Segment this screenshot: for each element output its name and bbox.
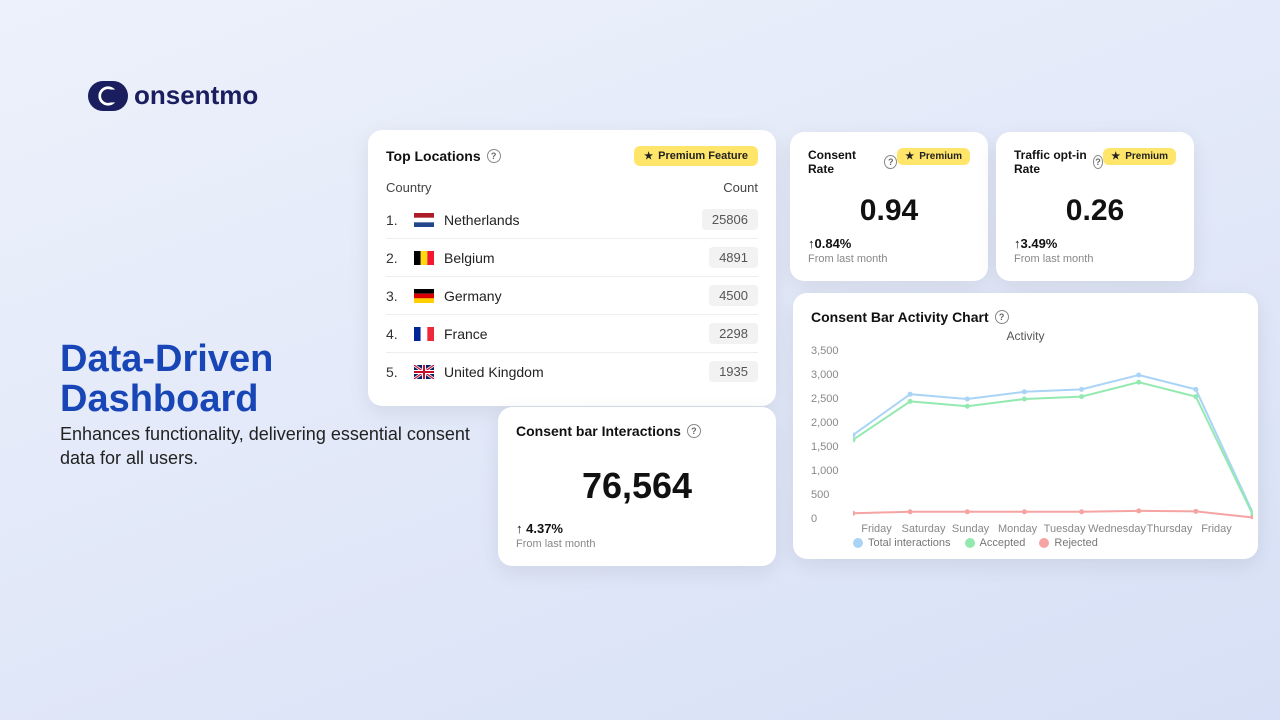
location-count: 4891: [709, 247, 758, 268]
location-row: 5. United Kingdom 1935: [386, 353, 758, 390]
traffic-rate-value: 0.26: [1014, 194, 1176, 228]
location-row: 1. Netherlands 25806: [386, 201, 758, 239]
star-icon: ★: [1111, 151, 1120, 162]
location-row: 3. Germany 4500: [386, 277, 758, 315]
location-name: Belgium: [444, 250, 699, 266]
chart-legend: Total interactions Accepted Rejected: [853, 537, 1240, 549]
star-icon: ★: [644, 151, 653, 162]
consent-rate-title: Consent Rate ?: [808, 148, 897, 176]
location-name: Netherlands: [444, 212, 692, 228]
location-rank: 3.: [386, 288, 404, 304]
x-tick: Tuesday: [1041, 523, 1088, 535]
y-tick: 2,500: [811, 393, 839, 405]
y-tick: 2,000: [811, 417, 839, 429]
hero-subtitle: Enhances functionality, delivering essen…: [60, 422, 480, 471]
consent-rate-change: ↑0.84%: [808, 236, 970, 251]
flag-icon: [414, 251, 434, 265]
hero-title: Data-DrivenDashboard: [60, 340, 273, 420]
flag-icon: [414, 327, 434, 341]
column-header-count: Count: [723, 180, 758, 195]
column-header-country: Country: [386, 180, 432, 195]
x-tick: Monday: [994, 523, 1041, 535]
legend-accepted: Accepted: [965, 537, 1026, 549]
top-locations-card: Top Locations ? ★ Premium Feature Countr…: [368, 130, 776, 406]
star-icon: ★: [905, 151, 914, 162]
y-tick: 1,500: [811, 441, 839, 453]
x-tick: Saturday: [900, 523, 947, 535]
y-tick: 3,500: [811, 345, 839, 357]
consent-rate-from: From last month: [808, 253, 970, 265]
logo-mark: [88, 81, 128, 111]
activity-chart-subtitle: Activity: [811, 329, 1240, 343]
y-tick: 500: [811, 489, 829, 501]
location-rank: 5.: [386, 364, 404, 380]
location-name: Germany: [444, 288, 699, 304]
location-rank: 1.: [386, 212, 404, 228]
interactions-value: 76,564: [516, 465, 758, 507]
premium-badge[interactable]: ★ Premium: [1103, 148, 1176, 165]
consent-rate-card: Consent Rate ? ★ Premium 0.94 ↑0.84% Fro…: [790, 132, 988, 281]
location-count: 1935: [709, 361, 758, 382]
activity-chart-card: Consent Bar Activity Chart ? Activity 3,…: [793, 293, 1258, 559]
location-count: 4500: [709, 285, 758, 306]
location-name: United Kingdom: [444, 364, 699, 380]
help-icon[interactable]: ?: [1093, 155, 1104, 169]
consent-rate-value: 0.94: [808, 194, 970, 228]
interactions-change: ↑ 4.37%: [516, 521, 758, 536]
logo-text: onsentmo: [134, 80, 258, 111]
flag-icon: [414, 213, 434, 227]
activity-chart: 3,5003,0002,5002,0001,5001,0005000 Frida…: [811, 351, 1240, 535]
help-icon[interactable]: ?: [995, 310, 1009, 324]
legend-rejected: Rejected: [1039, 537, 1097, 549]
flag-icon: [414, 289, 434, 303]
x-tick: Friday: [853, 523, 900, 535]
location-row: 4. France 2298: [386, 315, 758, 353]
y-tick: 0: [811, 513, 817, 525]
location-row: 2. Belgium 4891: [386, 239, 758, 277]
help-icon[interactable]: ?: [487, 149, 501, 163]
traffic-rate-card: Traffic opt-in Rate ? ★ Premium 0.26 ↑3.…: [996, 132, 1194, 281]
x-tick: Thursday: [1146, 523, 1193, 535]
help-icon[interactable]: ?: [687, 424, 701, 438]
help-icon[interactable]: ?: [884, 155, 897, 169]
premium-badge[interactable]: ★ Premium Feature: [634, 146, 758, 166]
traffic-rate-title: Traffic opt-in Rate ?: [1014, 148, 1103, 176]
interactions-title: Consent bar Interactions ?: [516, 423, 758, 439]
x-tick: Friday: [1193, 523, 1240, 535]
legend-total: Total interactions: [853, 537, 951, 549]
x-tick: Wednesday: [1088, 523, 1146, 535]
flag-icon: [414, 365, 434, 379]
activity-chart-title: Consent Bar Activity Chart ?: [811, 309, 1240, 325]
premium-badge[interactable]: ★ Premium: [897, 148, 970, 165]
location-name: France: [444, 326, 699, 342]
location-rank: 4.: [386, 326, 404, 342]
traffic-rate-from: From last month: [1014, 253, 1176, 265]
interactions-card: Consent bar Interactions ? 76,564 ↑ 4.37…: [498, 407, 776, 566]
top-locations-title: Top Locations ?: [386, 148, 501, 164]
y-tick: 3,000: [811, 369, 839, 381]
location-count: 25806: [702, 209, 758, 230]
brand-logo: onsentmo: [88, 80, 258, 111]
interactions-from: From last month: [516, 538, 758, 550]
location-rank: 2.: [386, 250, 404, 266]
x-tick: Sunday: [947, 523, 994, 535]
y-tick: 1,000: [811, 465, 839, 477]
traffic-rate-change: ↑3.49%: [1014, 236, 1176, 251]
location-count: 2298: [709, 323, 758, 344]
